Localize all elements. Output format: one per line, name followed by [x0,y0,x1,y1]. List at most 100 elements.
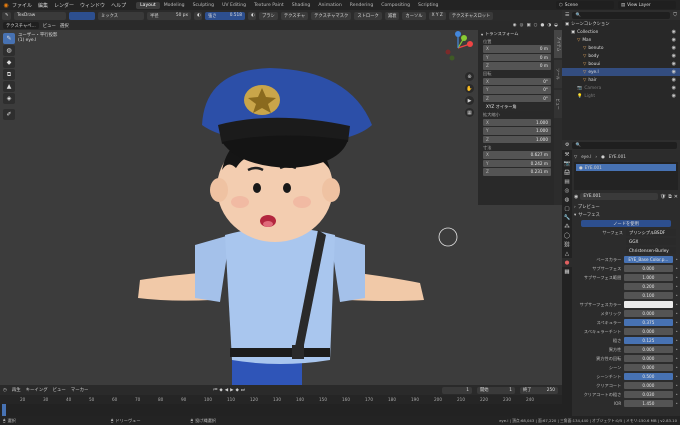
tab-texture-paint[interactable]: Texture Paint [250,2,288,9]
bsdf-input-field[interactable]: 0.000 [624,364,673,371]
outliner-item-camera[interactable]: 📷 Camera ◉ [562,84,680,92]
radius-pressure-icon[interactable]: ◐ [194,11,202,20]
marker-menu[interactable]: マーカー [71,387,89,393]
subsurface-method-dropdown[interactable]: Christensen-Burley [626,247,676,254]
shading-material-icon[interactable]: ◑ [547,23,551,28]
stroke-menu[interactable]: ストローク [354,11,382,20]
visibility-eye-icon[interactable]: ◉ [672,93,676,99]
texture-mask-menu[interactable]: テクスチャマスク [311,11,352,20]
socket-dot-icon[interactable]: • [676,311,678,316]
menu-render[interactable]: レンダー [54,2,74,9]
texture-tab-icon[interactable]: ▦ [562,267,572,276]
material-name-field[interactable]: EYE.001 [580,193,658,200]
bsdf-input-field[interactable]: 1.000 [624,274,673,281]
bsdf-input-field[interactable]: 0.000 [624,310,673,317]
current-frame-field[interactable]: 1 [442,386,472,394]
world-tab-icon[interactable]: ◍ [562,195,572,204]
sidebar-tab-tool[interactable]: ツール [554,60,562,88]
view-layer-selector[interactable]: ▤ View Layer [618,1,676,9]
playback-menu[interactable]: 再生 [12,387,21,393]
socket-dot-icon[interactable]: • [676,329,678,334]
bsdf-input-field[interactable]: 0.000 [624,328,673,335]
camera-view-icon[interactable]: ▶ [465,96,474,105]
jump-start-icon[interactable]: ⏮ [213,387,217,393]
properties-editor-icon[interactable]: ⚙ [565,142,569,148]
location-z-field[interactable]: Z 0 m [483,62,551,70]
visibility-eye-icon[interactable]: ◉ [672,77,676,83]
outliner-item-eye-l[interactable]: ▽ eye.l ◉ [562,68,680,76]
tab-shading[interactable]: Shading [288,2,315,9]
constraints-tab-icon[interactable]: ⛓ [562,240,572,249]
socket-dot-icon[interactable]: • [676,374,678,379]
axis-gizmo[interactable] [440,30,476,66]
location-y-field[interactable]: Y 0 m [483,53,551,61]
jump-end-icon[interactable]: ⏭ [241,387,245,393]
scene-selector[interactable]: ⬡ Scene [556,1,614,9]
material-slot-row[interactable]: ● EYE.001 [576,164,676,171]
keying-menu[interactable]: キーイング [26,387,48,393]
timeline-ruler[interactable]: 20 30 40 50 60 70 80 90 100 110 120 130 140 150 160 170… [0,395,562,404]
xray-icon[interactable]: ▣ [526,23,530,28]
socket-dot-icon[interactable]: • [676,356,678,361]
dimension-z-field[interactable]: Z 0.231 m [483,168,551,176]
overlay-icon[interactable]: ◎ [520,23,524,28]
object-tab-icon[interactable]: ▢ [562,204,572,213]
mode-selector[interactable]: テクスチャペ... [3,22,39,29]
perspective-grid-icon[interactable]: ▦ [465,108,474,117]
outliner-item-man[interactable]: ▽ Man ◉ [562,36,680,44]
tab-modeling[interactable]: Modeling [160,2,189,9]
socket-dot-icon[interactable]: • [676,275,678,280]
shading-wireframe-icon[interactable]: ○ [534,23,538,28]
outliner-item-body[interactable]: ▽ body ◉ [562,52,680,60]
outliner-search-input[interactable]: 🔍 [572,11,671,19]
menu-window[interactable]: ウィンドウ [80,2,105,9]
socket-dot-icon[interactable]: • [676,338,678,343]
blender-logo-icon[interactable]: ◉ [0,2,12,9]
material-tab-icon[interactable]: ● [562,258,572,267]
timeline-track-area[interactable] [0,404,562,416]
rotation-z-field[interactable]: Z 0° [483,94,551,102]
socket-dot-icon[interactable]: • [676,284,678,289]
socket-dot-icon[interactable]: • [676,383,678,388]
brush-icon[interactable]: ✎ [2,11,11,20]
bsdf-input-field[interactable]: 0.000 [624,346,673,353]
socket-dot-icon[interactable]: • [676,401,678,406]
strength-field[interactable]: 強さ 0.518 [205,11,245,20]
bsdf-input-field[interactable]: 0.030 [624,391,673,398]
brush-menu[interactable]: ブラシ [259,11,278,20]
bsdf-input-field[interactable]: EYE_Base Color.p... [624,256,673,263]
scale-x-field[interactable]: X 1.000 [483,118,551,126]
cursor-menu[interactable]: カーソル [402,11,426,20]
rotation-x-field[interactable]: X 0° [483,77,551,85]
tab-rendering[interactable]: Rendering [346,2,377,9]
duplicate-material-icon[interactable]: ⧉ [668,194,672,200]
rotation-y-field[interactable]: Y 0° [483,86,551,94]
sidebar-tab-view[interactable]: ビュー [554,90,562,118]
socket-dot-icon[interactable]: • [676,266,678,271]
tab-sculpting[interactable]: Sculpting [189,2,218,9]
shading-solid-icon[interactable]: ● [540,23,544,28]
particles-tab-icon[interactable]: ⁂ [562,222,572,231]
pan-hand-icon[interactable]: ✋ [465,84,474,93]
filter-icon[interactable]: ⛉ [673,12,677,18]
menu-file[interactable]: ファイル [12,2,32,9]
radius-field[interactable]: 半径 50 px [147,11,191,20]
start-frame-field[interactable]: 開始 1 [477,386,515,394]
end-frame-field[interactable]: 終了 250 [520,386,558,394]
next-key-icon[interactable]: ◆ [236,388,239,393]
dimension-x-field[interactable]: X 0.627 m [483,151,551,159]
visibility-eye-icon[interactable]: ◉ [672,69,676,75]
bsdf-input-field[interactable]: 0.000 [624,265,673,272]
render-tab-icon[interactable]: 📷 [562,159,572,168]
data-tab-icon[interactable]: △ [562,249,572,258]
visibility-eye-icon[interactable]: ◉ [672,45,676,51]
zoom-icon[interactable]: ⊕ [465,72,474,81]
socket-dot-icon[interactable]: • [676,293,678,298]
transform-section-header[interactable]: ▾ トランスフォーム [478,30,554,38]
bsdf-input-field[interactable]: 0.375 [624,319,673,326]
use-nodes-button[interactable]: ノードを使用 [581,220,671,227]
play-reverse-icon[interactable]: ◀ [225,388,228,393]
scene-collection-row[interactable]: ▣ シーンコレクション [562,20,680,28]
view-menu[interactable]: ビュー [43,23,56,29]
outliner-item-light[interactable]: 💡 Light ◉ [562,92,680,100]
